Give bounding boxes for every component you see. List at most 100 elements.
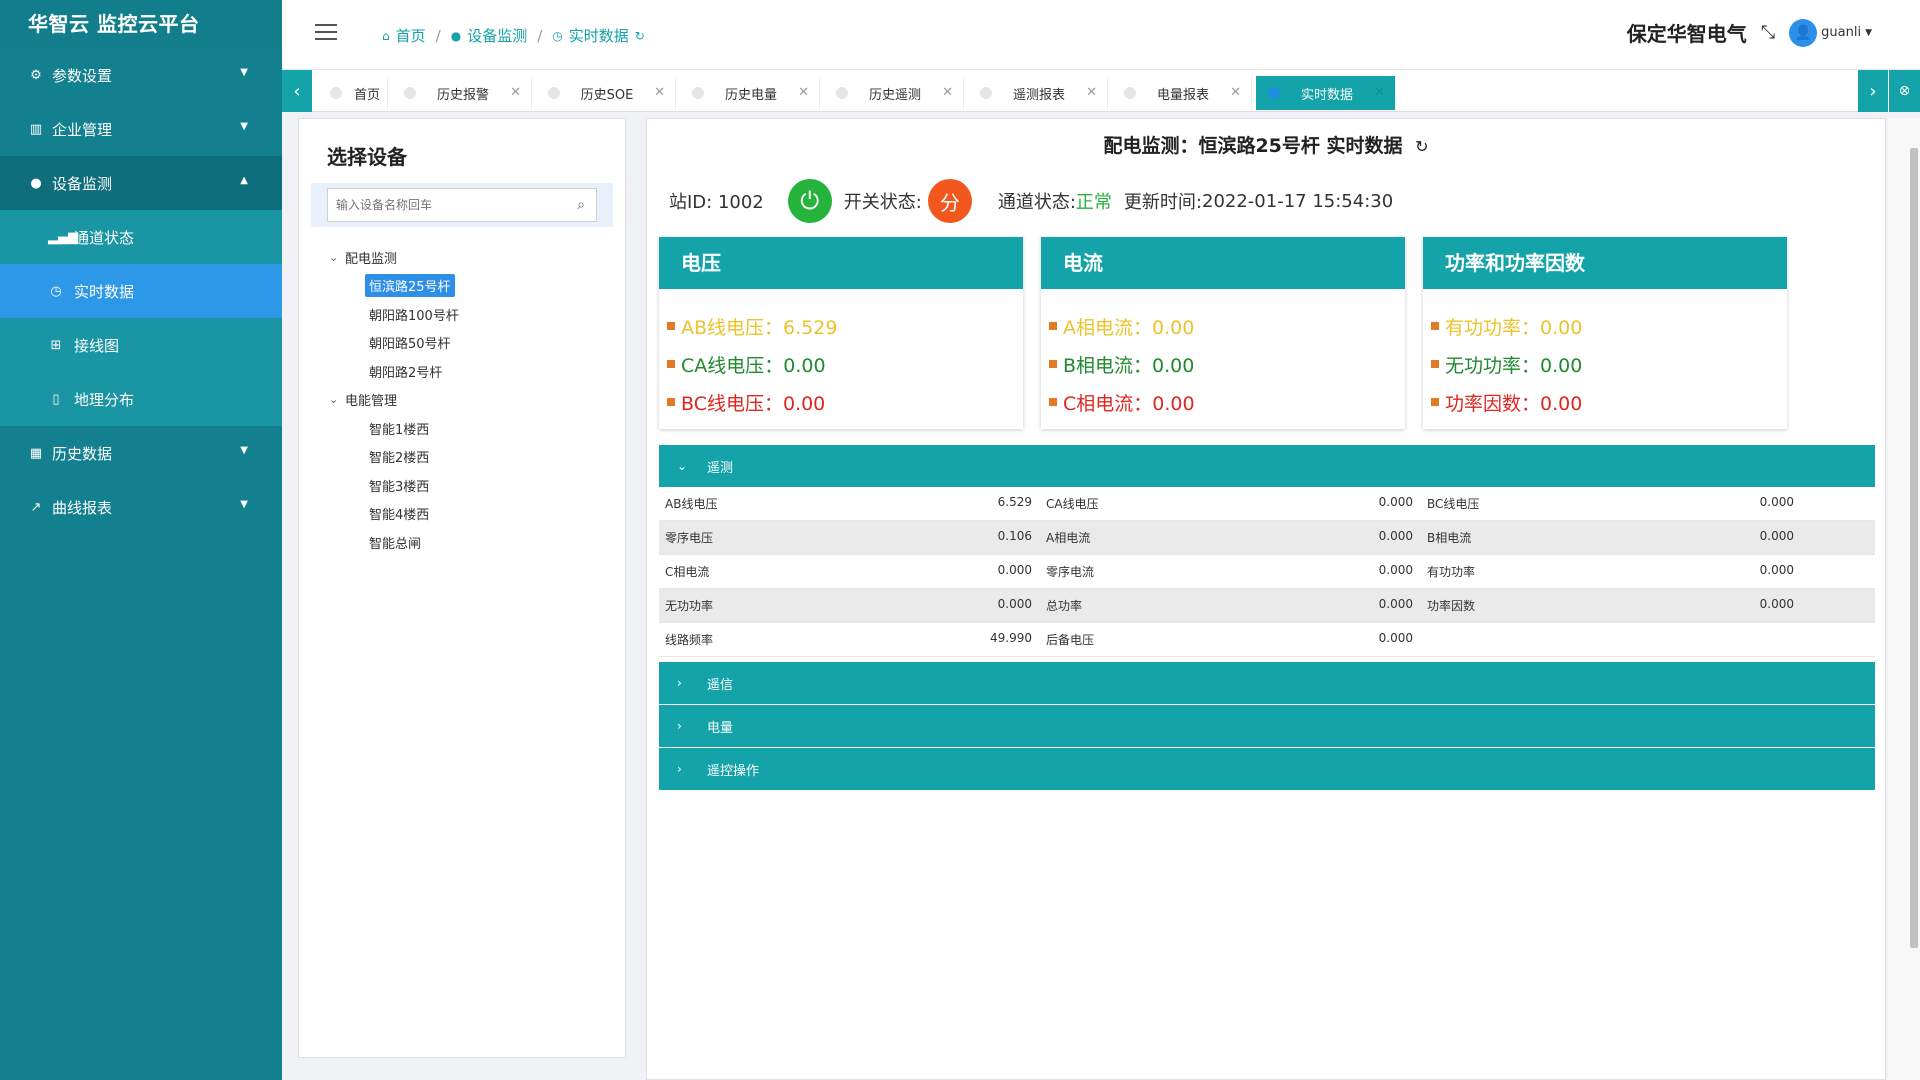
tree-leaf[interactable]: 智能总闸 xyxy=(329,528,463,557)
close-icon[interactable]: ✕ xyxy=(1086,85,1097,100)
card-line-text: AB线电压：6.529 xyxy=(681,316,838,339)
sidebar-item-monitor[interactable]: ● 设备监测 ▲ xyxy=(0,156,282,210)
sitemap-icon: ⊞ xyxy=(50,337,62,353)
search-icon[interactable]: ⌕ xyxy=(577,197,585,213)
tab-realtime[interactable]: 实时数据 ✕ xyxy=(1256,76,1396,110)
sidebar-subitem-wiring[interactable]: ⊞ 接线图 xyxy=(0,318,282,372)
tree-leaf[interactable]: 智能3楼西 xyxy=(329,471,463,500)
close-icon[interactable]: ✕ xyxy=(798,85,809,100)
tree-group[interactable]: ⌄ 电能管理 xyxy=(329,386,463,415)
tree-leaf[interactable]: 智能1楼西 xyxy=(329,414,463,443)
breadcrumb-home[interactable]: 首页 xyxy=(396,25,426,46)
tree-leaf-label: 智能2楼西 xyxy=(369,451,430,467)
tab-scroll-right-icon[interactable]: › xyxy=(1858,70,1888,112)
trend-icon: ↗ xyxy=(30,499,42,515)
menu-toggle-icon[interactable] xyxy=(315,24,337,40)
bullet-icon xyxy=(667,398,675,406)
tab-history-telemetry[interactable]: 历史遥测 ✕ xyxy=(824,76,964,110)
breadcrumb-realtime[interactable]: 实时数据 xyxy=(569,25,629,46)
sidebar-item-curves[interactable]: ↗ 曲线报表 ▼ xyxy=(0,480,282,534)
card-line-text: CA线电压：0.00 xyxy=(681,354,826,377)
clock-icon: ◷ xyxy=(552,28,563,43)
sidebar-item-label: 企业管理 xyxy=(52,120,113,139)
caret-down-icon[interactable]: ▼ xyxy=(1865,28,1872,38)
switch-status-badge[interactable]: 分 xyxy=(927,179,972,223)
tree-leaf[interactable]: 智能4楼西 xyxy=(329,500,463,529)
device-search-input[interactable] xyxy=(327,188,597,222)
table-icon: ▦ xyxy=(29,445,43,461)
username[interactable]: guanli xyxy=(1821,25,1861,40)
sidebar-item-history[interactable]: ▦ 历史数据 ▼ xyxy=(0,426,282,480)
avatar[interactable]: 👤 xyxy=(1789,18,1818,47)
card-line: BC线电压：0.00 xyxy=(667,383,1023,421)
sidebar-submenu: ▂▄▆ 通道状态 ◷ 实时数据 ⊞ 接线图 ▯ 地理分布 xyxy=(0,210,282,426)
energy-section-header[interactable]: › 电量 xyxy=(659,705,1875,747)
refresh-icon[interactable]: ↻ xyxy=(635,29,645,43)
tab-label: 首页 xyxy=(354,87,381,103)
station-id: 站ID: 1002 xyxy=(669,192,764,213)
close-icon[interactable]: ✕ xyxy=(654,85,665,100)
building-icon: ▥ xyxy=(29,121,43,137)
card-line: CA线电压：0.00 xyxy=(667,345,1023,383)
breadcrumb-monitor[interactable]: 设备监测 xyxy=(467,25,527,46)
top-header: ⌂ 首页 / ● 设备监测 / ◷ 实时数据 ↻ 保定华智电气 ⤡ 👤 guan… xyxy=(282,0,1920,70)
tab-telemetry-report[interactable]: 遥测报表 ✕ xyxy=(968,76,1108,110)
cell-label: B相电流 xyxy=(1427,531,1472,545)
cell-label: A相电流 xyxy=(1046,531,1091,545)
tree-leaf[interactable]: 恒滨路25号杆 xyxy=(329,272,463,301)
tree-leaf[interactable]: 智能2楼西 xyxy=(329,443,463,472)
tree-leaf[interactable]: 朝阳路50号杆 xyxy=(329,329,463,358)
telemetry-section: ⌄ 遥测 AB线电压 6.529 CA线电压 0.000 BC线电压 0.000 零序… xyxy=(659,445,1875,657)
cell-label: 总功率 xyxy=(1046,599,1083,613)
tab-home[interactable]: 首页 xyxy=(318,76,388,110)
card-line-text: A相电流：0.00 xyxy=(1063,316,1195,339)
tree-group[interactable]: ⌄ 配电监测 xyxy=(329,243,463,272)
device-panel-title: 选择设备 xyxy=(327,145,407,169)
card-line: C相电流：0.00 xyxy=(1049,383,1405,421)
power-icon[interactable]: ⏻ xyxy=(787,179,832,223)
close-all-tabs-icon[interactable]: ⊗ xyxy=(1888,70,1920,112)
sidebar-item-params[interactable]: ⚙ 参数设置 ▼ xyxy=(0,48,282,102)
close-icon[interactable]: ✕ xyxy=(510,85,521,100)
update-time: 2022-01-17 15:54:30 xyxy=(1202,190,1394,212)
chevron-down-icon: ▼ xyxy=(240,499,248,510)
sidebar-item-enterprise[interactable]: ▥ 企业管理 ▼ xyxy=(0,102,282,156)
sidebar-subitem-geo[interactable]: ▯ 地理分布 xyxy=(0,372,282,426)
close-icon[interactable]: ✕ xyxy=(942,85,953,100)
current-card: 电流 A相电流：0.00 B相电流：0.00 C相电流：0.00 xyxy=(1041,237,1405,429)
tree-leaf[interactable]: 朝阳路100号杆 xyxy=(329,300,463,329)
cell-label: 零序电流 xyxy=(1046,565,1095,579)
sidebar-subitem-realtime[interactable]: ◷ 实时数据 xyxy=(0,264,282,318)
tab-scroll-left-icon[interactable]: ‹ xyxy=(282,70,312,112)
chevron-down-icon: ⌄ xyxy=(677,459,688,473)
tree-leaf[interactable]: 朝阳路2号杆 xyxy=(329,357,463,386)
bullet-icon xyxy=(667,322,675,330)
tab-history-alarm[interactable]: 历史报警 ✕ xyxy=(392,76,532,110)
bullet-icon xyxy=(1431,398,1439,406)
scrollbar-thumb[interactable] xyxy=(1910,148,1918,948)
signal-section: › 遥信 xyxy=(659,662,1875,704)
remote-control-section-header[interactable]: › 遥控操作 xyxy=(659,748,1875,790)
tab-history-soe[interactable]: 历史SOE ✕ xyxy=(536,76,676,110)
tree-leaf-label: 朝阳路2号杆 xyxy=(369,365,443,381)
table-row: C相电流 0.000 零序电流 0.000 有功功率 0.000 xyxy=(659,555,1875,589)
signal-section-header[interactable]: › 遥信 xyxy=(659,662,1875,704)
device-search: ⌕ xyxy=(311,183,613,227)
refresh-icon[interactable]: ↻ xyxy=(1415,137,1428,156)
close-icon[interactable]: ✕ xyxy=(1374,85,1385,100)
close-icon[interactable]: ✕ xyxy=(1230,85,1241,100)
telemetry-section-header[interactable]: ⌄ 遥测 xyxy=(659,445,1875,487)
cell-value: 0.000 xyxy=(1378,597,1413,611)
fullscreen-icon[interactable]: ⤡ xyxy=(1761,22,1775,43)
chevron-down-icon[interactable]: ⌄ xyxy=(329,251,345,264)
voltage-card: 电压 AB线电压：6.529 CA线电压：0.00 BC线电压：0.00 xyxy=(659,237,1023,429)
scrollbar[interactable] xyxy=(1888,118,1920,1080)
chevron-up-icon: ▲ xyxy=(240,175,248,186)
tab-dot xyxy=(330,87,342,99)
tab-history-energy[interactable]: 历史电量 ✕ xyxy=(680,76,820,110)
chevron-down-icon[interactable]: ⌄ xyxy=(329,393,345,406)
tab-energy-report[interactable]: 电量报表 ✕ xyxy=(1112,76,1252,110)
tab-label: 历史SOE xyxy=(580,87,634,103)
sidebar-subitem-channel[interactable]: ▂▄▆ 通道状态 xyxy=(0,210,282,264)
map-icon: ▯ xyxy=(52,391,60,407)
